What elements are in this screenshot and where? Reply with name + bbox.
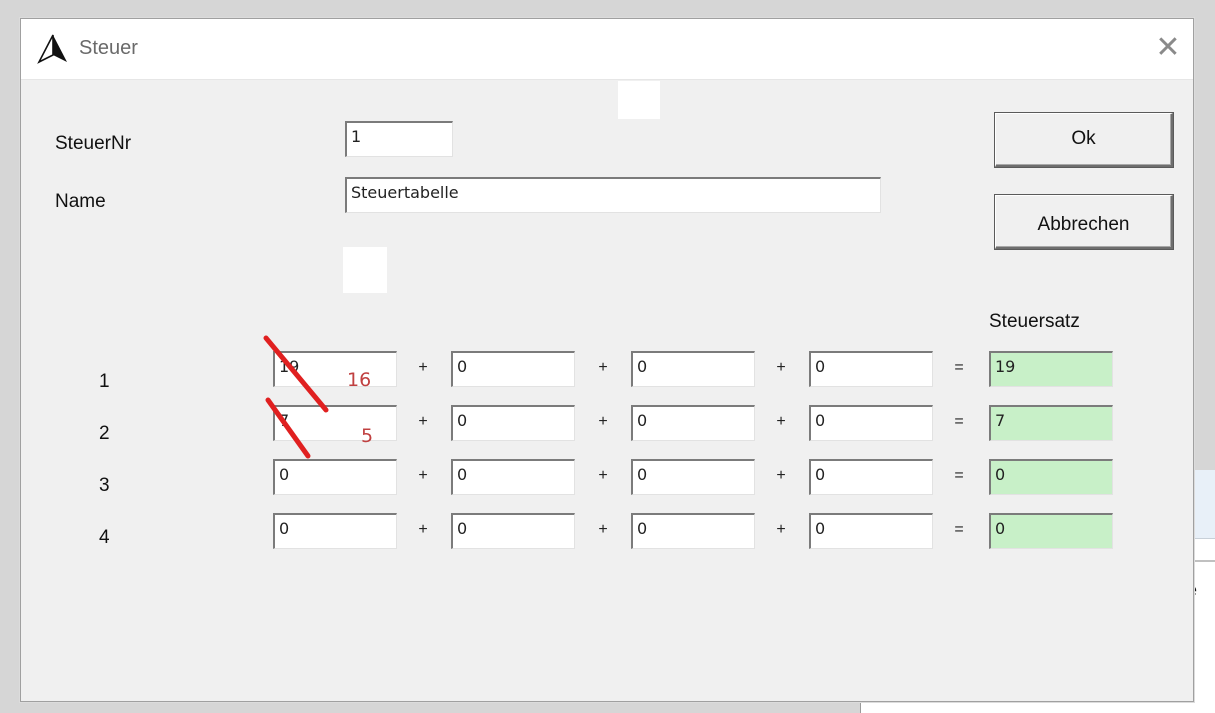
cancel-button[interactable]: Abbrechen xyxy=(995,195,1173,249)
close-icon[interactable]: ✕ xyxy=(1153,33,1183,63)
row-1-field-1[interactable]: 19 xyxy=(273,351,397,387)
blank-square xyxy=(343,247,387,293)
plus-sign: + xyxy=(598,413,608,430)
dialog-titlebar: Steuer ✕ xyxy=(21,19,1193,80)
annotation-new-value-row2: 5 xyxy=(361,425,374,447)
plus-sign: + xyxy=(418,359,428,376)
equals-sign: = xyxy=(954,359,964,376)
row-4-field-1[interactable]: 0 xyxy=(273,513,397,549)
row-number: 1 xyxy=(99,371,110,392)
row-3-rate-field[interactable]: 0 xyxy=(989,459,1113,495)
row-2-field-4[interactable]: 0 xyxy=(809,405,933,441)
plus-sign: + xyxy=(418,467,428,484)
equals-sign: = xyxy=(954,467,964,484)
name-field[interactable]: Steuertabelle xyxy=(345,177,881,213)
plus-sign: + xyxy=(776,413,786,430)
dialog-title: Steuer xyxy=(79,37,138,59)
row-2-field-1[interactable]: 7 xyxy=(273,405,397,441)
name-label: Name xyxy=(55,191,106,212)
row-4-field-2[interactable]: 0 xyxy=(451,513,575,549)
row-2-field-2[interactable]: 0 xyxy=(451,405,575,441)
plus-sign: + xyxy=(776,467,786,484)
plus-sign: + xyxy=(598,359,608,376)
plus-sign: + xyxy=(776,359,786,376)
steuernr-field[interactable]: 1 xyxy=(345,121,453,157)
steuer-dialog: Steuer ✕ SteuerNr 1 Name Steuertabelle O… xyxy=(20,18,1194,702)
blank-square xyxy=(618,81,660,119)
row-3-field-3[interactable]: 0 xyxy=(631,459,755,495)
plus-sign: + xyxy=(418,521,428,538)
equals-sign: = xyxy=(954,521,964,538)
steuernr-label: SteuerNr xyxy=(55,133,132,154)
row-number: 3 xyxy=(99,475,110,496)
row-1-field-2[interactable]: 0 xyxy=(451,351,575,387)
row-number: 2 xyxy=(99,423,110,444)
row-number: 4 xyxy=(99,527,110,548)
row-3-field-1[interactable]: 0 xyxy=(273,459,397,495)
plus-sign: + xyxy=(598,521,608,538)
row-4-field-3[interactable]: 0 xyxy=(631,513,755,549)
row-1-field-4[interactable]: 0 xyxy=(809,351,933,387)
row-2-field-3[interactable]: 0 xyxy=(631,405,755,441)
row-1-rate-field[interactable]: 19 xyxy=(989,351,1113,387)
row-3-field-2[interactable]: 0 xyxy=(451,459,575,495)
plus-sign: + xyxy=(598,467,608,484)
ok-button[interactable]: Ok xyxy=(995,113,1173,167)
plus-sign: + xyxy=(418,413,428,430)
plus-sign: + xyxy=(776,521,786,538)
row-3-field-4[interactable]: 0 xyxy=(809,459,933,495)
row-1-field-3[interactable]: 0 xyxy=(631,351,755,387)
annotation-new-value-row1: 16 xyxy=(347,369,372,391)
steuersatz-header: Steuersatz xyxy=(989,311,1080,332)
equals-sign: = xyxy=(954,413,964,430)
row-4-rate-field[interactable]: 0 xyxy=(989,513,1113,549)
triangle-app-icon xyxy=(37,34,67,64)
row-4-field-4[interactable]: 0 xyxy=(809,513,933,549)
row-2-rate-field[interactable]: 7 xyxy=(989,405,1113,441)
